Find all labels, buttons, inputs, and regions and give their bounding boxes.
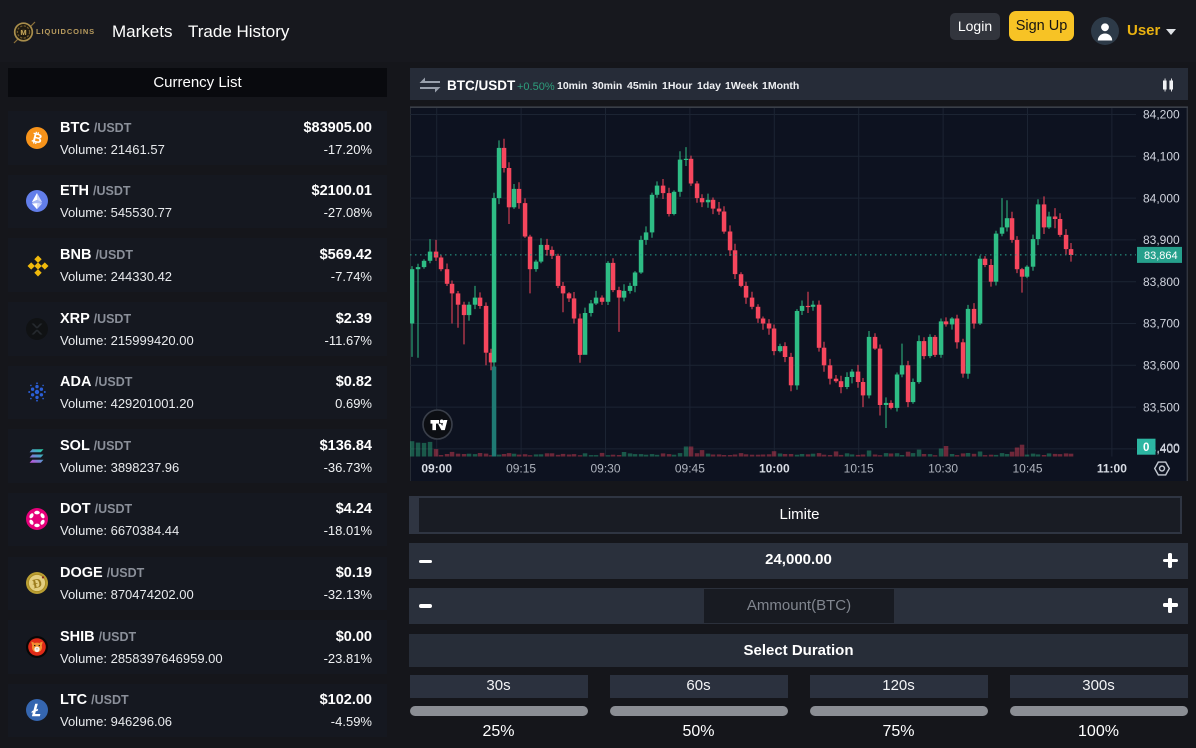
svg-text:84,200: 84,200	[1143, 108, 1180, 122]
svg-text:09:00: 09:00	[421, 461, 452, 475]
svg-text:,400: ,400	[1157, 441, 1181, 455]
svg-text:09:45: 09:45	[675, 461, 705, 475]
svg-text:83,600: 83,600	[1143, 359, 1180, 373]
svg-text:11:00: 11:00	[1097, 461, 1127, 475]
svg-text:83,864: 83,864	[1144, 250, 1178, 262]
svg-text:84,100: 84,100	[1143, 150, 1180, 164]
svg-text:0: 0	[1143, 442, 1149, 454]
svg-text:83,700: 83,700	[1143, 317, 1180, 331]
svg-text:M: M	[20, 28, 26, 37]
svg-text:83,900: 83,900	[1143, 233, 1180, 247]
svg-text:83,800: 83,800	[1143, 275, 1180, 289]
svg-text:09:15: 09:15	[506, 461, 536, 475]
svg-text:10:15: 10:15	[844, 461, 874, 475]
svg-text:10:30: 10:30	[928, 461, 958, 475]
svg-text:10:45: 10:45	[1012, 461, 1042, 475]
svg-text:84,000: 84,000	[1143, 191, 1180, 205]
svg-text:83,500: 83,500	[1143, 400, 1180, 414]
svg-text:10:00: 10:00	[759, 461, 790, 475]
svg-text:09:30: 09:30	[590, 461, 620, 475]
